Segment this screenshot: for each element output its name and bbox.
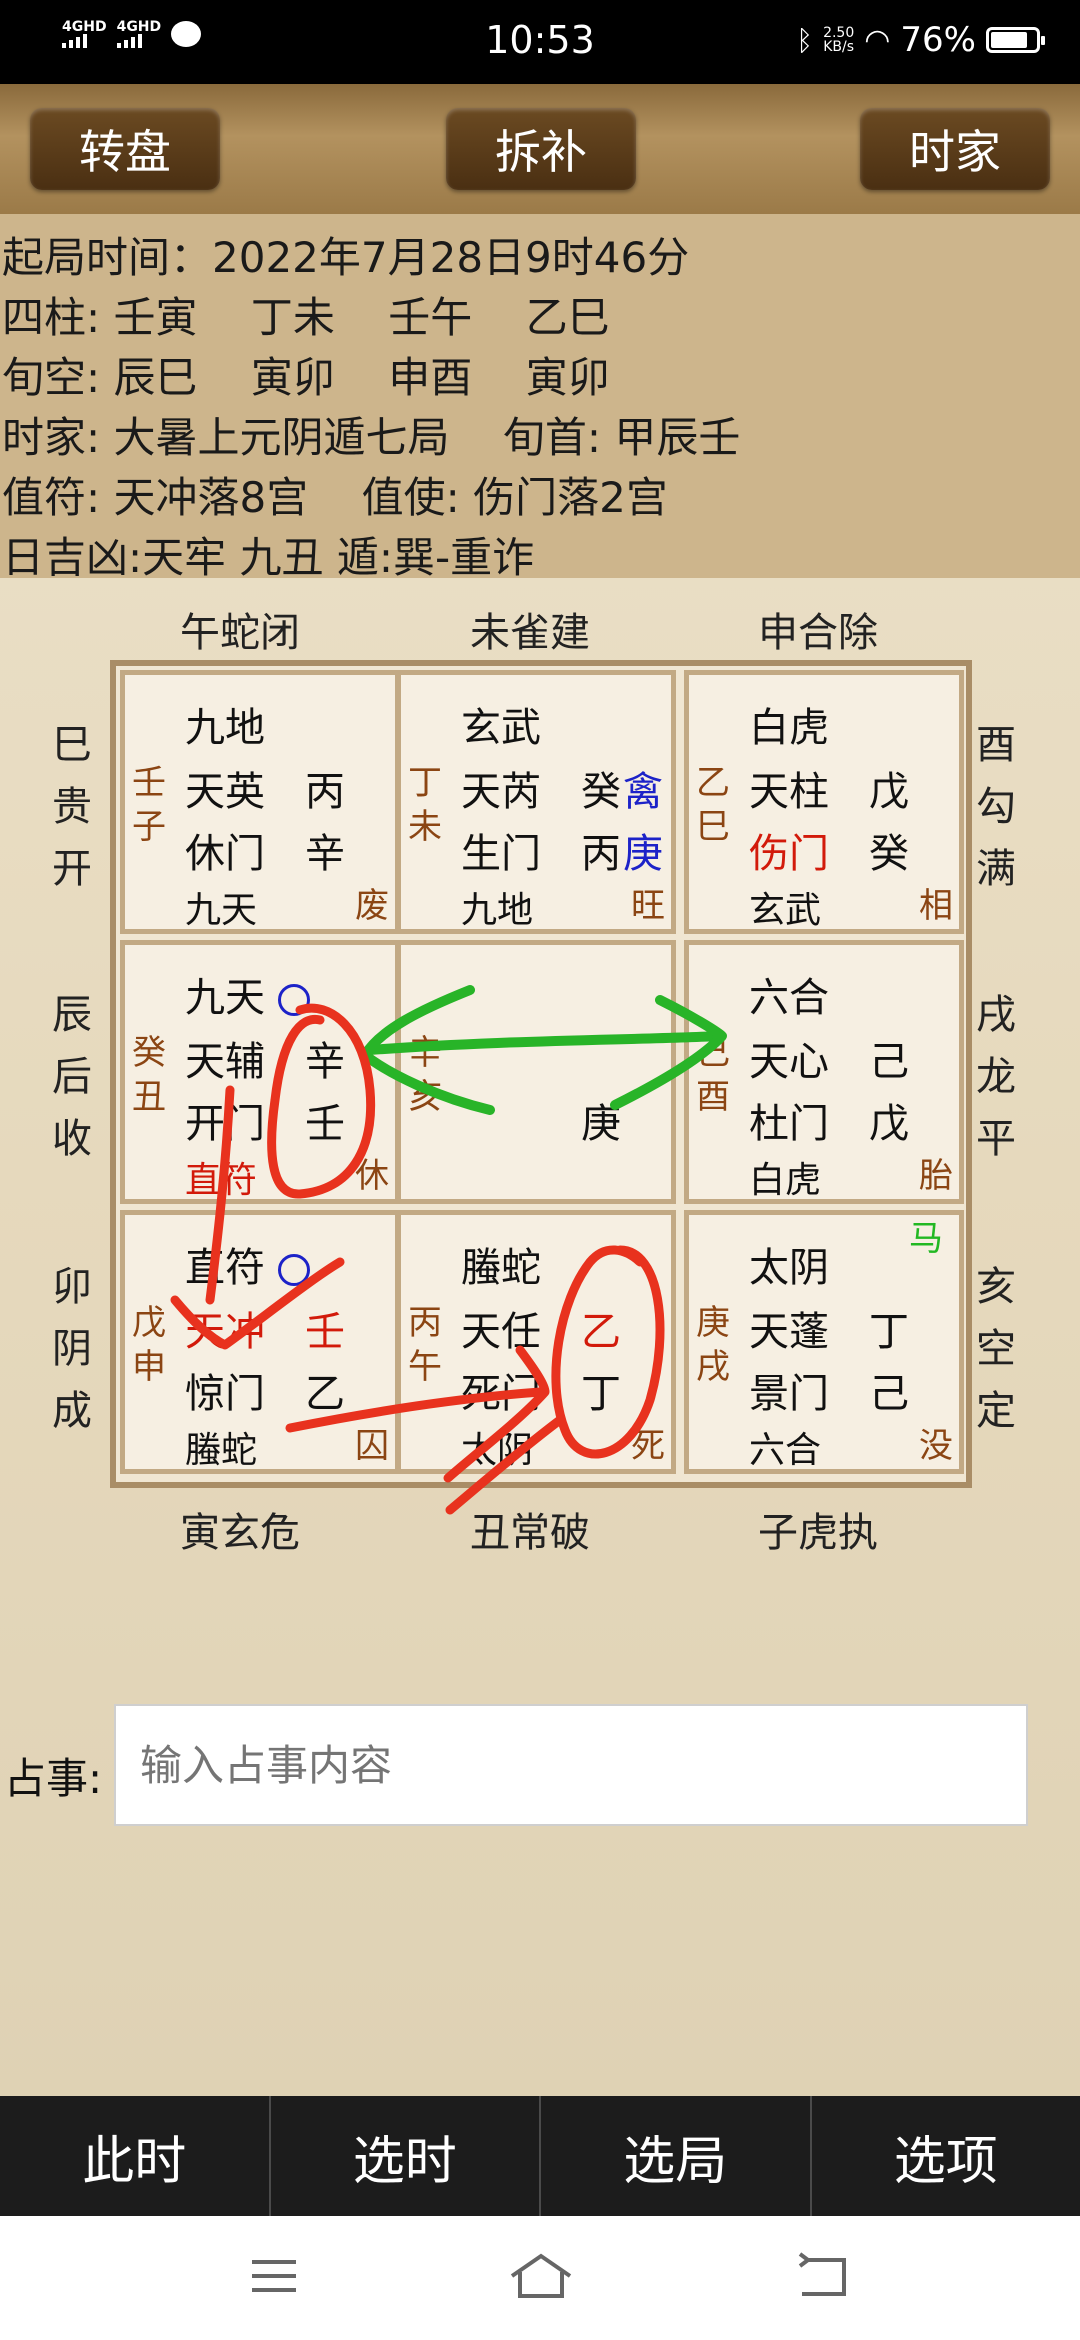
red-arrow-down xyxy=(205,1085,235,1305)
menu-icon[interactable] xyxy=(244,2246,304,2306)
matter-label: 占事: xyxy=(4,1754,103,1803)
red-arrowhead-down xyxy=(170,1257,345,1350)
green-arrow-line xyxy=(365,1031,725,1055)
system-nav-bar xyxy=(0,2216,1080,2340)
back-icon[interactable] xyxy=(794,2246,854,2306)
red-arrowhead-right xyxy=(443,1345,550,1483)
now-button[interactable]: 此时 xyxy=(0,2096,271,2216)
annotation-overlay xyxy=(170,985,727,1515)
bottom-action-bar: 此时 选时 选局 选项 xyxy=(0,2096,1080,2216)
home-icon[interactable] xyxy=(506,2246,576,2306)
select-board-button[interactable]: 选局 xyxy=(541,2096,812,2216)
red-arrow-right xyxy=(285,1387,545,1433)
options-button[interactable]: 选项 xyxy=(812,2096,1080,2216)
green-arrowhead-right xyxy=(610,995,727,1110)
red-loop-1 xyxy=(267,1003,376,1199)
red-loop-2 xyxy=(551,1245,665,1459)
matter-input[interactable] xyxy=(114,1704,1028,1826)
select-time-button[interactable]: 选时 xyxy=(271,2096,541,2216)
